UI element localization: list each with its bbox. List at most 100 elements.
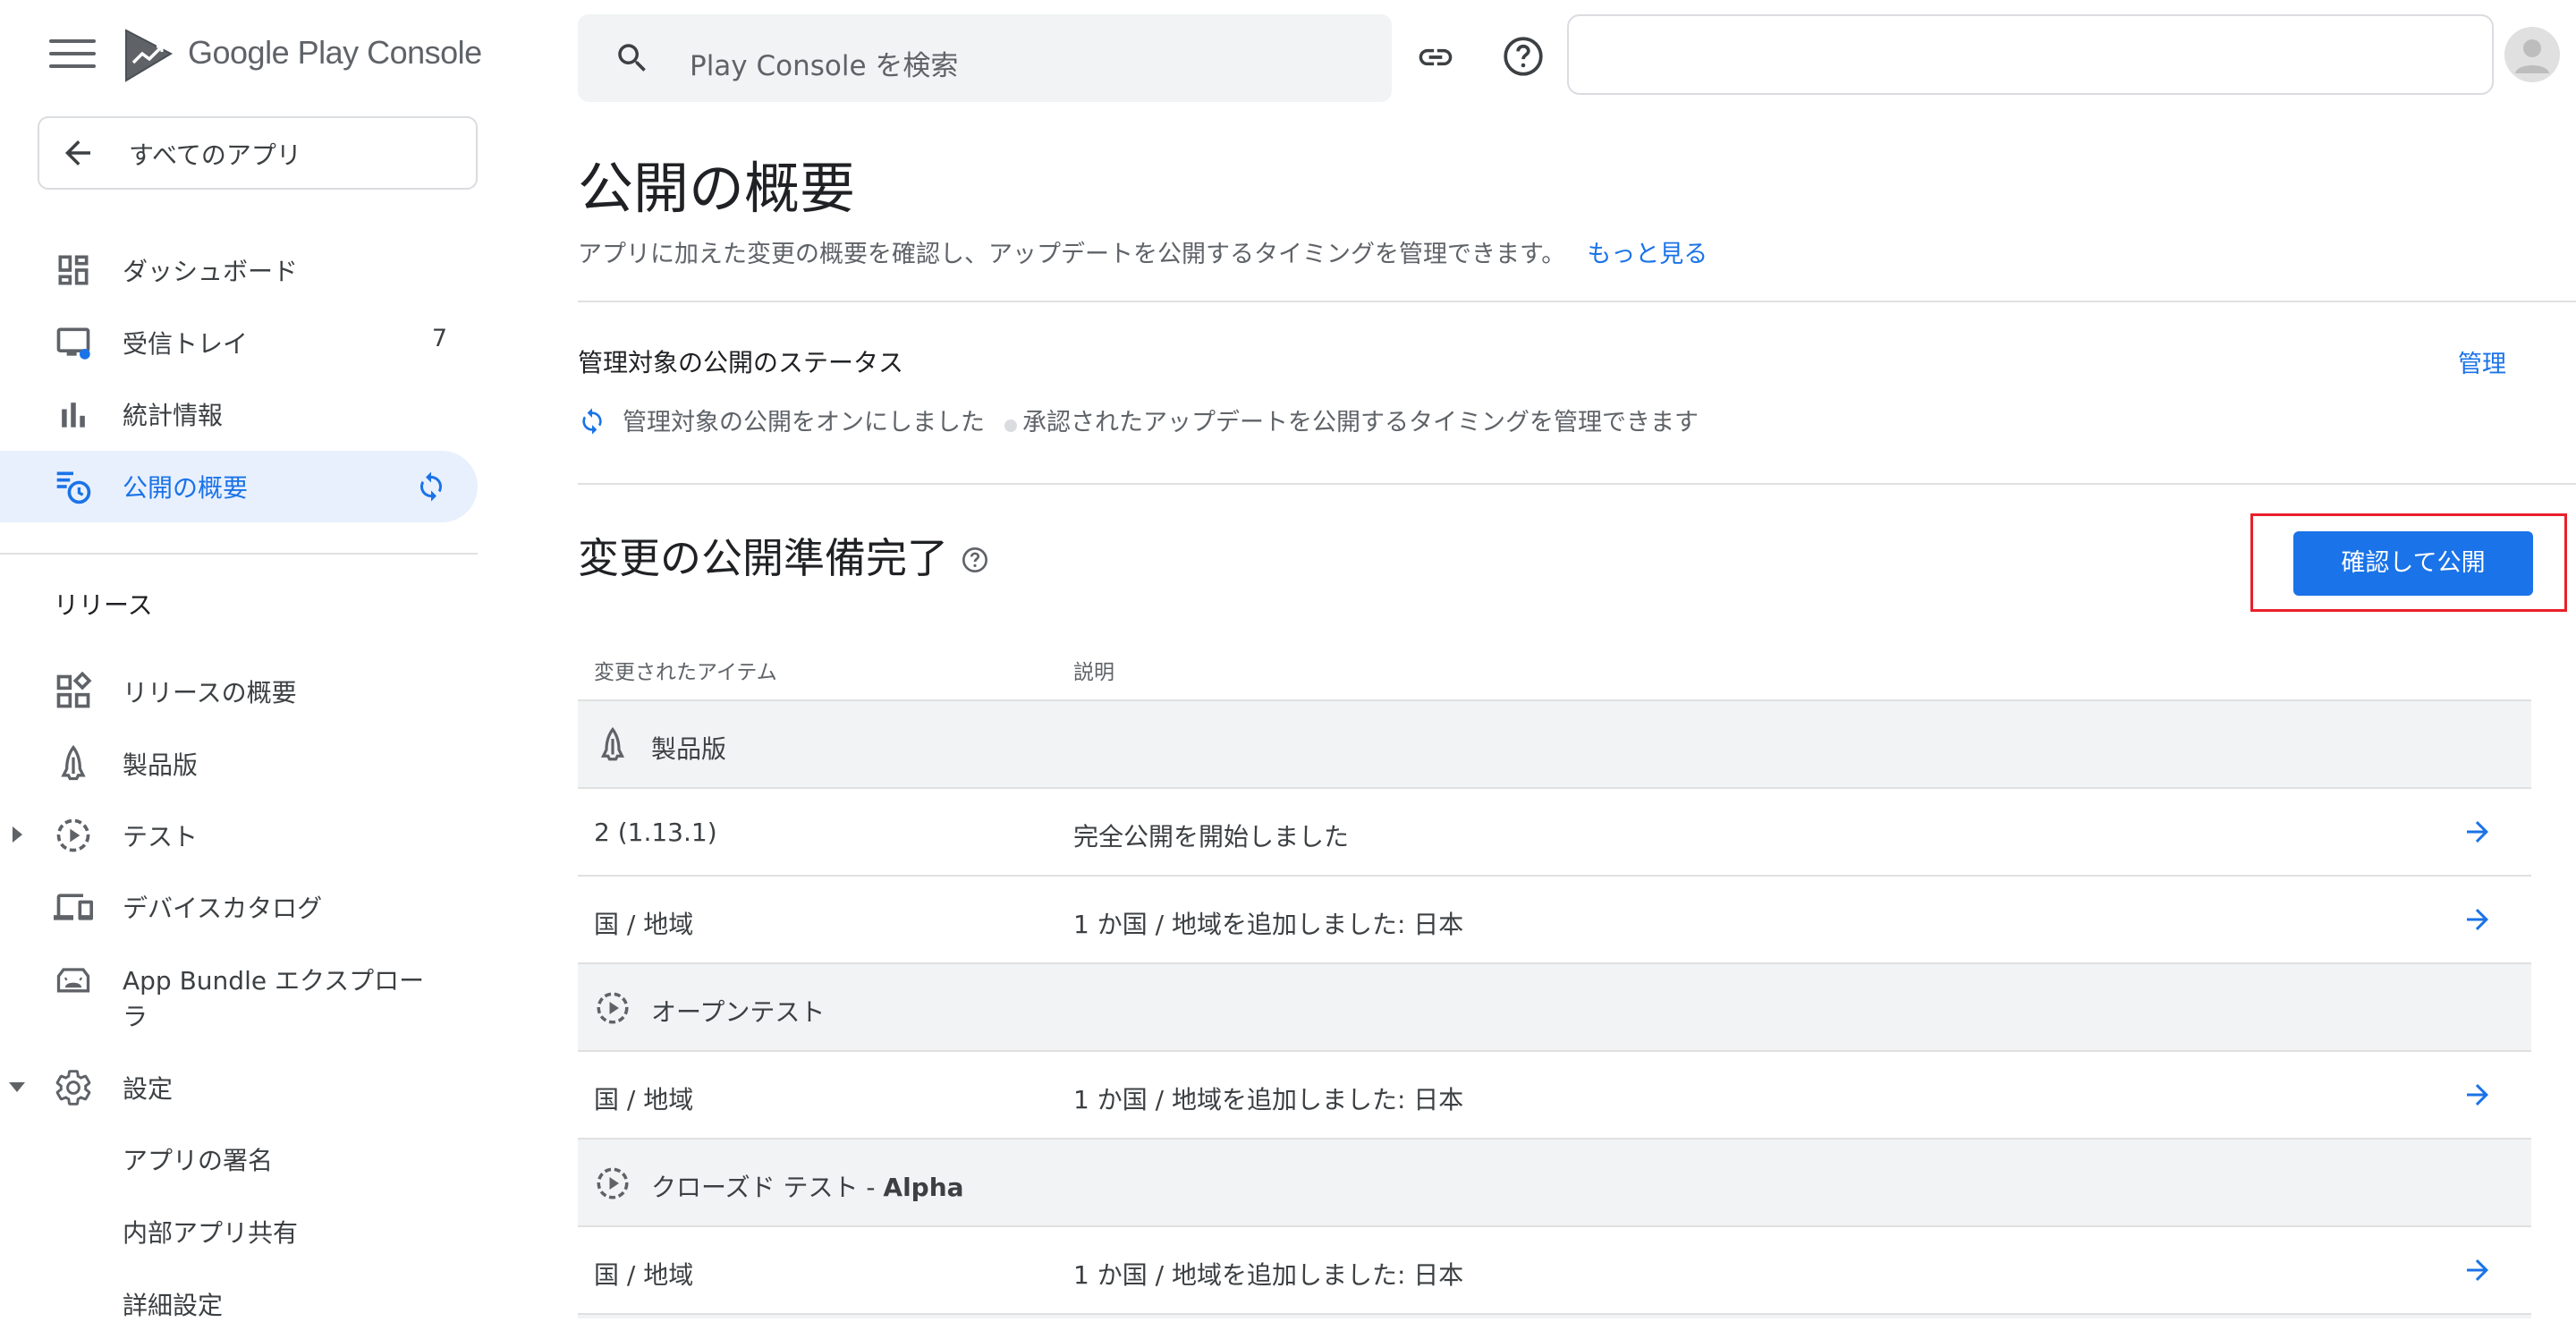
review-and-publish-button[interactable]: 確認して公開 <box>2293 531 2533 596</box>
search-input[interactable]: Play Console を検索 <box>690 43 958 83</box>
all-apps-label: すべてのアプリ <box>129 140 301 170</box>
group-label-text: クローズド テスト - <box>651 1173 884 1202</box>
sidebar-item-settings[interactable]: 設定 <box>0 1052 478 1123</box>
testing-icon <box>56 818 90 852</box>
sidebar-item-statistics[interactable]: 統計情報 <box>0 378 478 450</box>
page-title: 公開の概要 <box>578 156 856 221</box>
developer-account-field[interactable] <box>1567 14 2494 95</box>
sidebar-item-label: テスト <box>123 822 199 852</box>
sidebar-item-publishing-overview[interactable]: 公開の概要 <box>0 451 478 522</box>
managed-status-text: 管理対象の公開をオンにしました <box>623 409 985 436</box>
testing-icon <box>597 1167 629 1199</box>
help-icon[interactable] <box>961 546 989 574</box>
avatar-person-icon <box>2515 39 2549 73</box>
dashboard-icon <box>58 255 89 285</box>
sidebar-item-inbox[interactable]: 受信トレイ 7 <box>0 307 478 378</box>
managed-publishing-title: 管理対象の公開のステータス <box>578 348 904 377</box>
manage-link[interactable]: 管理 <box>2458 344 2506 379</box>
managed-publishing-status: 管理対象の公開をオンにしました 承認されたアップデートを公開するタイミングを管理で… <box>578 403 1699 437</box>
arrow-forward-icon[interactable] <box>2460 816 2496 848</box>
sidebar-item-production[interactable]: 製品版 <box>0 728 478 800</box>
table-group-row <box>578 1313 2531 1318</box>
sidebar-item-label: 設定 <box>123 1074 174 1104</box>
change-description: 1 か国 / 地域を追加しました: 日本 <box>1073 910 1464 939</box>
group-label: 製品版 <box>651 734 727 764</box>
brand-name: Google Play Console <box>188 34 482 71</box>
release-section-header: リリース <box>54 590 153 620</box>
sidebar-item-label: リリースの概要 <box>123 678 297 708</box>
change-item: 国 / 地域 <box>594 1085 694 1114</box>
publishing-overview-icon <box>56 471 91 504</box>
group-label: クローズド テスト - Alpha <box>651 1168 964 1204</box>
managed-hint-text: 承認されたアップデートを公開するタイミングを管理できます <box>1022 409 1699 436</box>
track-name: Alpha <box>883 1173 964 1202</box>
table-group-row: クローズド テスト - Alpha <box>578 1138 2531 1225</box>
table-group-row: オープンテスト <box>578 962 2531 1050</box>
group-label: オープンテスト <box>651 997 826 1027</box>
bar-chart-icon <box>62 403 85 428</box>
production-icon <box>600 726 625 761</box>
change-description: 1 か国 / 地域を追加しました: 日本 <box>1073 1085 1464 1114</box>
arrow-forward-icon[interactable] <box>2460 1254 2496 1286</box>
sidebar-item-app-bundle-explorer[interactable]: App Bundle エクスプロー ラ <box>0 944 478 1042</box>
production-icon <box>61 744 86 781</box>
table-group-row: 製品版 <box>578 699 2531 787</box>
all-apps-button[interactable]: すべてのアプリ <box>38 116 478 190</box>
sidebar-item-advanced-settings[interactable]: 詳細設定 <box>123 1286 223 1322</box>
sidebar-item-release-overview[interactable]: リリースの概要 <box>0 656 478 727</box>
arrow-forward-icon[interactable] <box>2460 1079 2496 1111</box>
sidebar-item-label: App Bundle エクスプロー <box>123 966 425 996</box>
help-icon[interactable] <box>1501 34 1546 79</box>
sidebar-item-label: 公開の概要 <box>123 473 249 503</box>
sidebar-item-app-signing[interactable]: アプリの署名 <box>123 1141 273 1177</box>
avatar[interactable] <box>2504 27 2560 82</box>
menu-icon[interactable] <box>49 39 96 75</box>
sidebar-item-internal-sharing[interactable]: 内部アプリ共有 <box>123 1214 298 1250</box>
change-description: 完全公開を開始しました <box>1073 822 1350 852</box>
change-description: 1 か国 / 地域を追加しました: 日本 <box>1073 1260 1464 1290</box>
sidebar-item-device-catalog[interactable]: デバイスカタログ <box>0 871 478 943</box>
page-description-text: アプリに加えた変更の概要を確認し、アップデートを公開するタイミングを管理できます… <box>578 241 1566 268</box>
android-bundle-icon <box>56 968 90 993</box>
column-header-item: 変更されたアイテム <box>594 661 777 684</box>
section-divider <box>578 483 2576 485</box>
inbox-count-badge: 7 <box>431 325 447 352</box>
search-bar[interactable]: Play Console を検索 <box>578 14 1392 102</box>
collapse-caret-icon[interactable] <box>9 1082 25 1092</box>
separator-dot <box>1004 419 1017 432</box>
link-icon[interactable] <box>1413 38 1458 77</box>
devices-icon <box>54 894 93 920</box>
inbox-icon <box>56 327 90 360</box>
learn-more-link[interactable]: もっと見る <box>1587 241 1707 268</box>
expand-caret-icon[interactable] <box>13 826 22 843</box>
sidebar-item-label: ダッシュボード <box>123 257 299 286</box>
sidebar-divider <box>0 553 478 555</box>
sidebar-item-label: デバイスカタログ <box>123 894 323 923</box>
page-description: アプリに加えた変更の概要を確認し、アップデートを公開するタイミングを管理できます… <box>578 234 1707 269</box>
arrow-forward-icon[interactable] <box>2460 903 2496 936</box>
sidebar-item-dashboard[interactable]: ダッシュボード <box>0 234 478 306</box>
testing-icon <box>597 992 629 1024</box>
sidebar-item-label: 統計情報 <box>123 401 224 430</box>
change-item: 国 / 地域 <box>594 910 694 939</box>
sidebar-item-label-line2: ラ <box>123 1002 148 1031</box>
ready-title-text: 変更の公開準備完了 <box>578 534 948 582</box>
release-overview-icon <box>56 672 92 708</box>
sidebar-item-label: 製品版 <box>123 750 199 780</box>
table-row[interactable]: 国 / 地域 1 か国 / 地域を追加しました: 日本 <box>578 875 2531 962</box>
sidebar-item-label: 受信トレイ <box>123 329 249 359</box>
search-icon <box>618 44 646 72</box>
table-row[interactable]: 2 (1.13.1) 完全公開を開始しました <box>578 787 2531 875</box>
sync-icon <box>582 408 602 435</box>
sidebar-item-testing[interactable]: テスト <box>0 800 478 871</box>
table-row[interactable]: 国 / 地域 1 か国 / 地域を追加しました: 日本 <box>578 1050 2531 1138</box>
column-header-description: 説明 <box>1073 661 1114 684</box>
table-row[interactable]: 国 / 地域 1 か国 / 地域を追加しました: 日本 <box>578 1225 2531 1313</box>
section-divider <box>578 301 2576 302</box>
gear-icon <box>55 1070 91 1106</box>
sync-icon <box>420 471 442 502</box>
play-console-logo[interactable] <box>121 27 176 84</box>
change-item: 国 / 地域 <box>594 1260 694 1290</box>
change-item: 2 (1.13.1) <box>594 818 717 847</box>
arrow-back-icon <box>65 140 90 165</box>
